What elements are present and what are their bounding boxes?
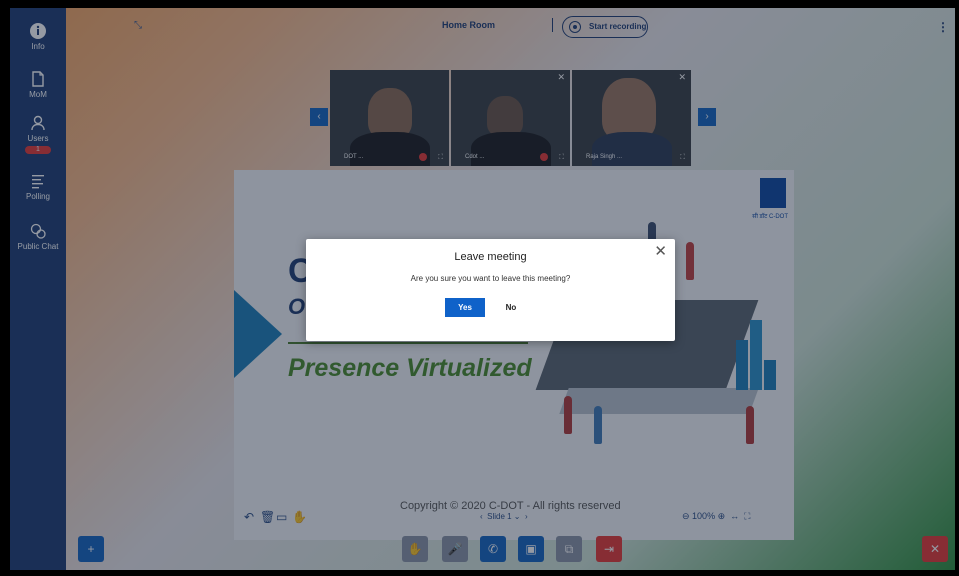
yes-button[interactable]: Yes — [445, 298, 485, 317]
close-icon[interactable]: ✕ — [654, 244, 667, 259]
dialog-message: Are you sure you want to leave this meet… — [410, 274, 571, 283]
leave-meeting-dialog: Leave meeting ✕ Are you sure you want to… — [306, 239, 675, 341]
dialog-title: Leave meeting — [454, 251, 527, 263]
no-button[interactable]: No — [500, 298, 522, 317]
